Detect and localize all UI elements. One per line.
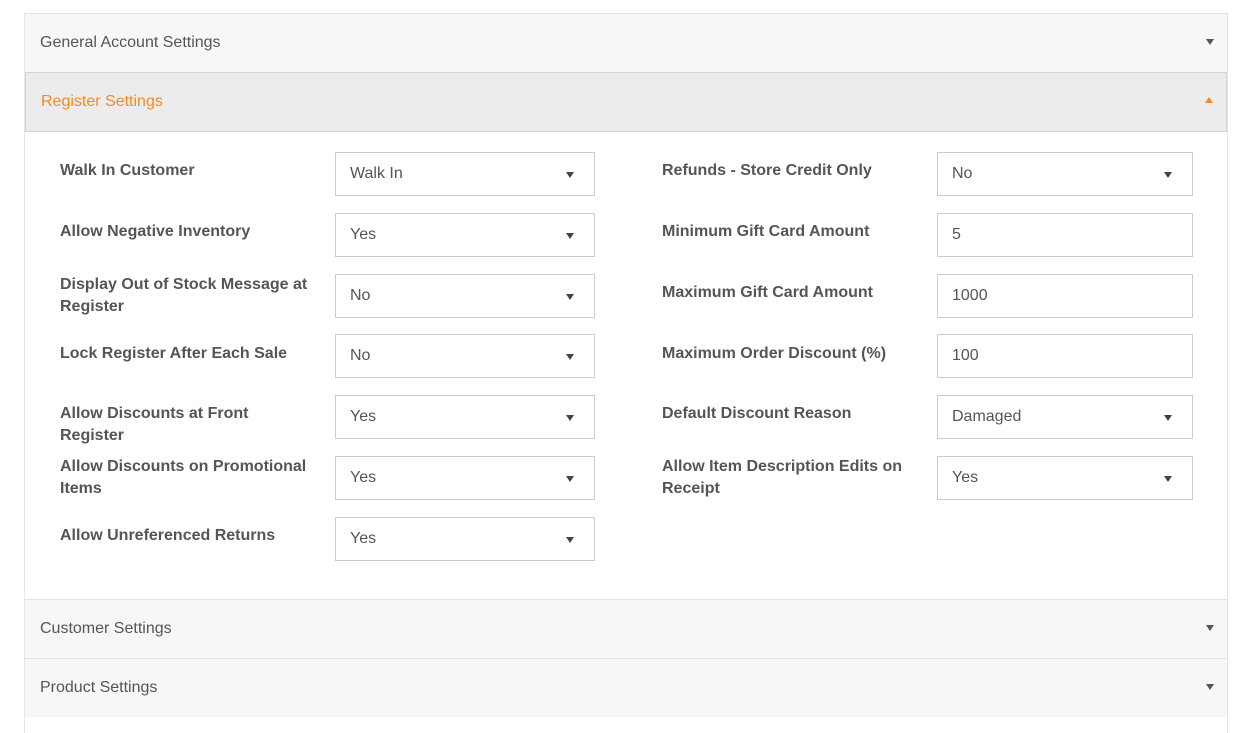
- allow-unreferenced-returns-value: Yes: [350, 530, 377, 547]
- dropdown-arrow-icon: [1164, 415, 1172, 421]
- chevron-up-icon: [1205, 97, 1213, 103]
- allow-discounts-promo-label: Allow Discounts on Promotional Items: [60, 458, 307, 497]
- allow-negative-inventory-label: Allow Negative Inventory: [60, 223, 251, 240]
- dropdown-arrow-icon: [566, 294, 574, 300]
- allow-discounts-front-value: Yes: [350, 408, 377, 425]
- minimum-gift-card-label: Minimum Gift Card Amount: [662, 223, 870, 240]
- display-out-of-stock-select[interactable]: No: [335, 274, 595, 318]
- walk-in-customer-value: Walk In: [350, 165, 403, 182]
- maximum-gift-card-label: Maximum Gift Card Amount: [662, 284, 873, 301]
- allow-unreferenced-returns-select[interactable]: Yes: [335, 517, 595, 561]
- allow-discounts-front-label: Allow Discounts at Front Register: [60, 405, 249, 444]
- maximum-order-discount-value: 100: [952, 347, 979, 364]
- settings-accordion: General Account Settings Register Settin…: [24, 13, 1228, 733]
- display-out-of-stock-value: No: [350, 287, 371, 304]
- allow-item-description-edits-value: Yes: [952, 469, 979, 486]
- general-account-settings-title: General Account Settings: [40, 34, 221, 51]
- register-settings-body: Walk In Customer Walk In Allow Negative …: [25, 132, 1227, 599]
- minimum-gift-card-value: 5: [952, 226, 961, 243]
- default-discount-reason-label: Default Discount Reason: [662, 405, 852, 422]
- customer-settings-title: Customer Settings: [40, 620, 172, 637]
- maximum-order-discount-input[interactable]: 100: [937, 334, 1193, 378]
- default-discount-reason-select[interactable]: Damaged: [937, 395, 1193, 439]
- minimum-gift-card-input[interactable]: 5: [937, 213, 1193, 257]
- dropdown-arrow-icon: [566, 476, 574, 482]
- allow-item-description-edits-select[interactable]: Yes: [937, 456, 1193, 500]
- dropdown-arrow-icon: [1164, 476, 1172, 482]
- chevron-down-icon: [1206, 684, 1214, 690]
- maximum-gift-card-value: 1000: [952, 287, 988, 304]
- maximum-order-discount-label: Maximum Order Discount (%): [662, 345, 887, 362]
- refunds-store-credit-label: Refunds - Store Credit Only: [662, 162, 872, 179]
- register-settings-title: Register Settings: [41, 93, 163, 110]
- refunds-store-credit-select[interactable]: No: [937, 152, 1193, 196]
- chevron-down-icon: [1206, 39, 1214, 45]
- maximum-gift-card-input[interactable]: 1000: [937, 274, 1193, 318]
- display-out-of-stock-label: Display Out of Stock Message at Register: [60, 276, 308, 315]
- allow-negative-inventory-value: Yes: [350, 226, 377, 243]
- product-settings-title: Product Settings: [40, 679, 158, 696]
- dropdown-arrow-icon: [566, 415, 574, 421]
- lock-register-label: Lock Register After Each Sale: [60, 345, 288, 362]
- customer-settings-header[interactable]: Customer Settings: [25, 599, 1227, 658]
- lock-register-value: No: [350, 347, 371, 364]
- dropdown-arrow-icon: [566, 172, 574, 178]
- dropdown-arrow-icon: [566, 354, 574, 360]
- dropdown-arrow-icon: [566, 537, 574, 543]
- walk-in-customer-select[interactable]: Walk In: [335, 152, 595, 196]
- allow-discounts-front-select[interactable]: Yes: [335, 395, 595, 439]
- general-account-settings-header[interactable]: General Account Settings: [25, 13, 1227, 72]
- allow-item-description-edits-label: Allow Item Description Edits on Receipt: [662, 458, 903, 497]
- lock-register-select[interactable]: No: [335, 334, 595, 378]
- chevron-down-icon: [1206, 625, 1214, 631]
- dropdown-arrow-icon: [1164, 172, 1172, 178]
- allow-discounts-promo-value: Yes: [350, 469, 377, 486]
- dropdown-arrow-icon: [566, 233, 574, 239]
- product-settings-header[interactable]: Product Settings: [25, 658, 1227, 717]
- default-discount-reason-value: Damaged: [952, 408, 1022, 425]
- walk-in-customer-label: Walk In Customer: [60, 162, 195, 179]
- allow-discounts-promo-select[interactable]: Yes: [335, 456, 595, 500]
- allow-unreferenced-returns-label: Allow Unreferenced Returns: [60, 527, 276, 544]
- refunds-store-credit-value: No: [952, 165, 973, 182]
- register-settings-header[interactable]: Register Settings: [25, 72, 1227, 132]
- allow-negative-inventory-select[interactable]: Yes: [335, 213, 595, 257]
